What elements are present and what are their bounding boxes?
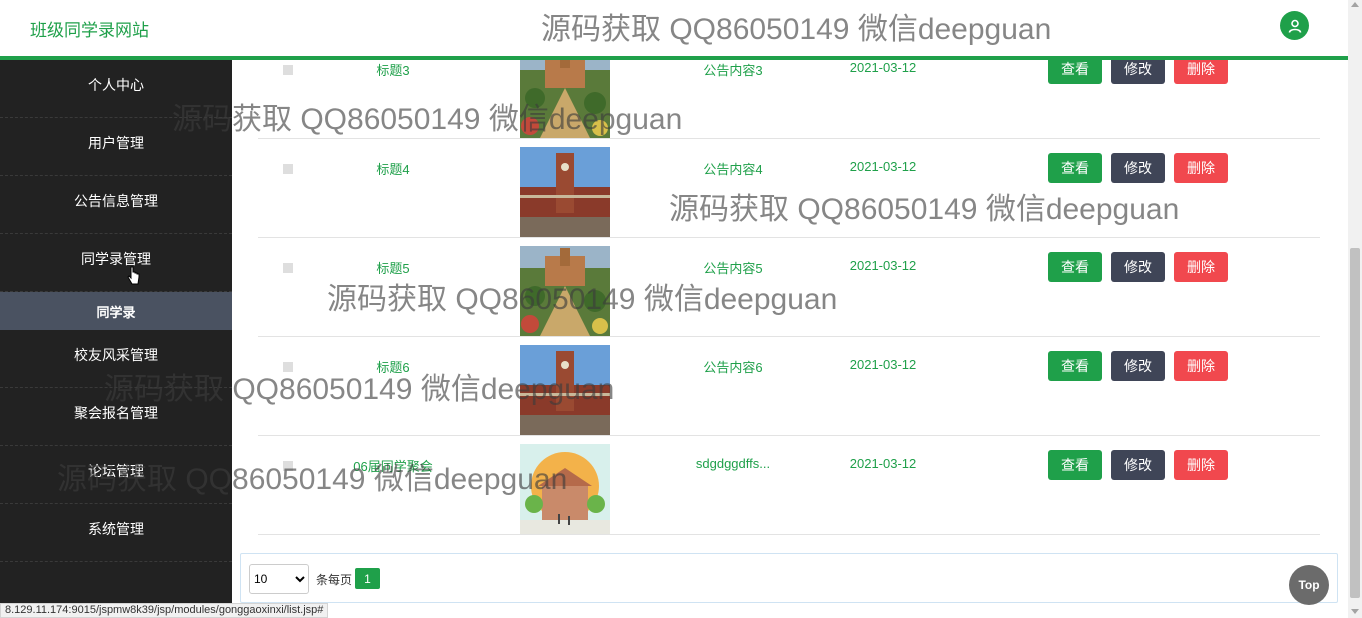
view-button[interactable]: 查看 <box>1048 450 1102 480</box>
sidebar-item-forum-management[interactable]: 论坛管理 <box>0 446 232 504</box>
table-row: 06届同学聚会 sdgdggdffs... 2021-03-12 查看 修改 删… <box>258 436 1320 535</box>
data-table: 标题3 公告内容3 2021-03-12 查看 修改 删除 标题4 公告内容4 … <box>258 60 1320 535</box>
mouse-cursor-icon <box>127 266 140 285</box>
sidebar-item-alumni-showcase[interactable]: 校友风采管理 <box>0 330 232 388</box>
row-content: 公告内容6 <box>703 360 763 375</box>
row-date: 2021-03-12 <box>849 456 917 471</box>
row-date: 2021-03-12 <box>849 60 917 75</box>
row-date: 2021-03-12 <box>849 258 917 273</box>
row-content: 公告内容5 <box>703 261 763 276</box>
delete-button[interactable]: 删除 <box>1174 351 1228 381</box>
row-title: 标题5 <box>376 261 410 276</box>
table-row: 标题3 公告内容3 2021-03-12 查看 修改 删除 <box>258 60 1320 139</box>
edit-button[interactable]: 修改 <box>1111 60 1165 84</box>
edit-button[interactable]: 修改 <box>1111 252 1165 282</box>
scroll-up-arrow-icon[interactable] <box>1351 2 1359 7</box>
site-title[interactable]: 班级同学录网站 <box>30 16 149 41</box>
sidebar-item-reunion-signup[interactable]: 聚会报名管理 <box>0 388 232 446</box>
row-content: sdgdggdffs... <box>695 456 771 471</box>
main-content: 标题3 公告内容3 2021-03-12 查看 修改 删除 标题4 公告内容4 … <box>232 60 1348 618</box>
school-illustration-image <box>520 444 610 534</box>
row-title: 标题6 <box>376 360 410 375</box>
sidebar-subitem-classmates[interactable]: 同学录 <box>0 292 232 330</box>
user-icon[interactable] <box>1280 11 1309 40</box>
sidebar-item-announcement-management[interactable]: 公告信息管理 <box>0 176 232 234</box>
delete-button[interactable]: 删除 <box>1174 60 1228 84</box>
app-window: 班级同学录网站 个人中心 用户管理 公告信息管理 同学录管理 同学录 校友风采管… <box>0 0 1362 618</box>
row-title: 标题4 <box>376 162 410 177</box>
row-checkbox[interactable] <box>283 461 293 471</box>
page-size-select[interactable]: 10 <box>249 564 309 594</box>
row-checkbox[interactable] <box>283 65 293 75</box>
scroll-down-arrow-icon[interactable] <box>1351 609 1359 614</box>
edit-button[interactable]: 修改 <box>1111 351 1165 381</box>
delete-button[interactable]: 删除 <box>1174 252 1228 282</box>
table-row: 标题6 公告内容6 2021-03-12 查看 修改 删除 <box>258 337 1320 436</box>
sidebar-item-user-management[interactable]: 用户管理 <box>0 118 232 176</box>
sidebar-item-label: 论坛管理 <box>88 462 144 479</box>
clock-tower-image <box>520 147 610 237</box>
table-row: 标题5 公告内容5 2021-03-12 查看 修改 删除 <box>258 238 1320 337</box>
garden-building-image <box>520 60 610 138</box>
view-button[interactable]: 查看 <box>1048 351 1102 381</box>
per-page-label: 条每页 <box>316 573 353 587</box>
edit-button[interactable]: 修改 <box>1111 450 1165 480</box>
clock-tower-image <box>520 345 610 435</box>
row-title: 06届同学聚会 <box>353 459 433 474</box>
row-date: 2021-03-12 <box>849 159 917 174</box>
row-checkbox[interactable] <box>283 164 293 174</box>
garden-building-image <box>520 246 610 336</box>
sidebar-item-personal-center[interactable]: 个人中心 <box>0 60 232 118</box>
sidebar-item-label: 系统管理 <box>88 520 144 537</box>
row-date: 2021-03-12 <box>849 357 917 372</box>
view-button[interactable]: 查看 <box>1048 153 1102 183</box>
sidebar-item-system-management[interactable]: 系统管理 <box>0 504 232 562</box>
page-number-button[interactable]: 1 <box>355 568 380 589</box>
view-button[interactable]: 查看 <box>1048 252 1102 282</box>
delete-button[interactable]: 删除 <box>1174 450 1228 480</box>
row-checkbox[interactable] <box>283 263 293 273</box>
sidebar-item-label: 校友风采管理 <box>74 346 158 363</box>
sidebar-item-label: 聚会报名管理 <box>74 404 158 421</box>
row-content: 公告内容4 <box>703 162 763 177</box>
table-row: 标题4 公告内容4 2021-03-12 查看 修改 删除 <box>258 139 1320 238</box>
back-to-top-button[interactable]: Top <box>1289 565 1329 605</box>
row-title: 标题3 <box>376 63 410 78</box>
top-header: 班级同学录网站 <box>0 0 1348 60</box>
delete-button[interactable]: 删除 <box>1174 153 1228 183</box>
vertical-scrollbar[interactable] <box>1348 0 1362 618</box>
row-content: 公告内容3 <box>703 63 763 78</box>
sidebar-item-label: 用户管理 <box>88 134 144 151</box>
pagination-bar: 10 条每页 1 <box>240 553 1338 603</box>
view-button[interactable]: 查看 <box>1048 60 1102 84</box>
sidebar-item-label: 个人中心 <box>88 76 144 93</box>
scrollbar-thumb[interactable] <box>1350 248 1360 598</box>
row-checkbox[interactable] <box>283 362 293 372</box>
edit-button[interactable]: 修改 <box>1111 153 1165 183</box>
sidebar-item-label: 公告信息管理 <box>74 192 158 209</box>
status-bar-url: 8.129.11.174:9015/jspmw8k39/jsp/modules/… <box>0 603 329 618</box>
sidebar: 个人中心 用户管理 公告信息管理 同学录管理 同学录 校友风采管理 聚会报名管理… <box>0 60 232 618</box>
sidebar-item-classmate-management[interactable]: 同学录管理 <box>0 234 232 292</box>
